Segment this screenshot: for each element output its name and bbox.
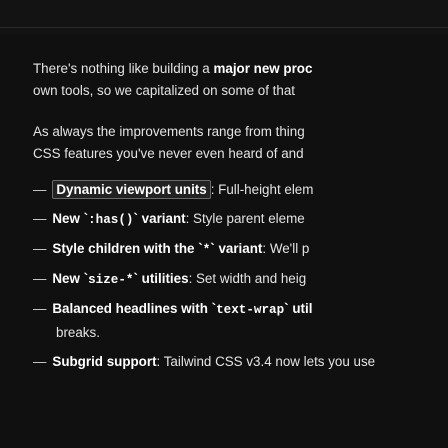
feature-title: Balanced headlines with `text-wrap` util (52, 301, 313, 317)
feature-continuation: breaks. (56, 325, 100, 340)
list-item: — New `size-*` utilities: Set width and h… (33, 271, 307, 287)
intro-text: There's nothing like building a (33, 61, 214, 76)
list-item: — Balanced headlines with `text-wrap` uti… (33, 298, 448, 345)
list-item: — Dynamic viewport units: Full-height ele… (33, 180, 314, 199)
feature-list: — Dynamic viewport units: Full-height ele… (33, 179, 448, 373)
list-item: — Style children with the `*` variant: We… (33, 241, 310, 257)
intro-text-line2: own tools, so we capitalized on some of … (33, 83, 296, 98)
intro-paragraph: There's nothing like building a major ne… (33, 58, 448, 102)
top-bar (0, 0, 448, 34)
list-item: — Subgrid support: Tailwind CSS v3.4 now … (33, 354, 376, 369)
overview-line1: As always the improvements range from th… (33, 124, 305, 139)
feature-title: New `size-*` utilities (52, 271, 189, 287)
overview-line2: CSS features you've never even heard of … (33, 146, 304, 161)
list-item: — New `:has()` variant: Style parent elem… (33, 211, 305, 227)
feature-title: Style children with the `*` variant (52, 241, 263, 257)
feature-title: New `:has()` variant (52, 211, 186, 227)
feature-title: Subgrid support (52, 354, 157, 369)
feature-link-dynamic-viewport-units[interactable]: Dynamic viewport units (52, 180, 211, 199)
overview-paragraph: As always the improvements range from th… (33, 121, 448, 165)
top-divider (0, 27, 448, 28)
article-body: There's nothing like building a major ne… (33, 58, 448, 380)
intro-bold: major new proc (213, 61, 313, 76)
